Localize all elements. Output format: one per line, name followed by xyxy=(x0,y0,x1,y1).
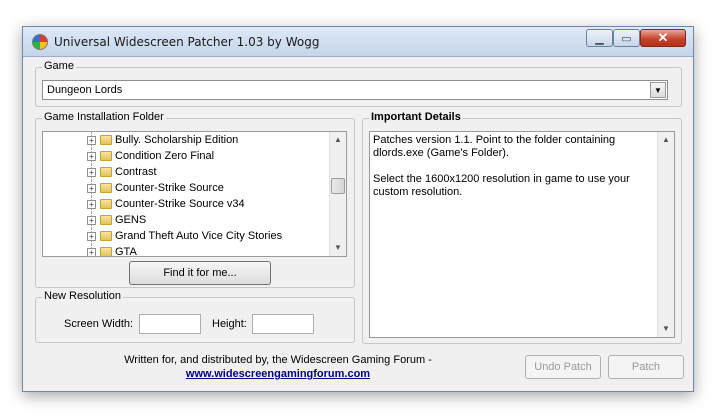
scroll-up-icon[interactable]: ▲ xyxy=(658,132,674,148)
details-scrollbar[interactable]: ▲ ▼ xyxy=(657,132,674,337)
tree-item-label: Counter-Strike Source xyxy=(115,182,224,194)
expand-icon[interactable]: + xyxy=(87,168,96,177)
tree-item-label: Counter-Strike Source v34 xyxy=(115,198,245,210)
game-group: Game Dungeon Lords ▼ xyxy=(35,60,682,107)
folder-icon xyxy=(100,135,112,145)
tree-item[interactable]: + Contrast xyxy=(43,164,330,180)
expand-icon[interactable]: + xyxy=(87,248,96,256)
expand-icon[interactable]: + xyxy=(87,200,96,209)
tree-item-label: GENS xyxy=(115,214,147,226)
height-input[interactable] xyxy=(252,314,314,334)
resolution-group: New Resolution Screen Width: Height: xyxy=(35,290,355,343)
scroll-thumb[interactable] xyxy=(331,178,345,194)
game-group-legend: Game xyxy=(42,60,76,72)
details-text: Patches version 1.1. Point to the folder… xyxy=(373,134,651,212)
app-window: Universal Widescreen Patcher 1.03 by Wog… xyxy=(22,26,694,392)
expand-icon[interactable]: + xyxy=(87,136,96,145)
tree-item[interactable]: + Condition Zero Final xyxy=(43,148,330,164)
tree-item-label: Bully. Scholarship Edition xyxy=(115,134,239,146)
folder-icon xyxy=(100,199,112,209)
footer-credit-text: Written for, and distributed by, the Wid… xyxy=(124,354,432,366)
resolution-legend: New Resolution xyxy=(42,290,124,302)
expand-icon[interactable]: + xyxy=(87,152,96,161)
folder-icon xyxy=(100,215,112,225)
game-select[interactable]: Dungeon Lords ▼ xyxy=(42,80,668,100)
expand-icon[interactable]: + xyxy=(87,232,96,241)
scroll-down-icon[interactable]: ▼ xyxy=(658,321,674,337)
tree-item[interactable]: + Grand Theft Auto Vice City Stories xyxy=(43,228,330,244)
find-it-button[interactable]: Find it for me... xyxy=(129,261,271,285)
scroll-down-icon[interactable]: ▼ xyxy=(330,240,346,256)
footer-credit: Written for, and distributed by, the Wid… xyxy=(93,353,463,381)
folder-icon xyxy=(100,151,112,161)
minimize-button[interactable]: ▁ xyxy=(586,29,613,47)
tree-item-label: Grand Theft Auto Vice City Stories xyxy=(115,230,283,242)
scroll-up-icon[interactable]: ▲ xyxy=(330,132,346,148)
tree-item[interactable]: + Counter-Strike Source v34 xyxy=(43,196,330,212)
install-folder-group: Game Installation Folder + Bully. Scholar… xyxy=(35,111,355,288)
forum-link[interactable]: www.widescreengamingforum.com xyxy=(93,367,463,381)
details-legend: Important Details xyxy=(369,111,463,123)
tree-item-label: Contrast xyxy=(115,166,157,178)
folder-icon xyxy=(100,247,112,256)
tree-item[interactable]: + Bully. Scholarship Edition xyxy=(43,132,330,148)
app-globe-icon xyxy=(32,34,48,50)
tree-item-label: GTA xyxy=(115,246,137,257)
folder-icon xyxy=(100,167,112,177)
install-folder-legend: Game Installation Folder xyxy=(42,111,166,123)
details-paragraph: Select the 1600x1200 resolution in game … xyxy=(373,173,630,198)
tree-item-label: Condition Zero Final xyxy=(115,150,215,162)
maximize-icon: ▭ xyxy=(621,32,632,45)
title-bar[interactable]: Universal Widescreen Patcher 1.03 by Wog… xyxy=(23,27,693,57)
folder-tree-scrollbar[interactable]: ▲ ▼ xyxy=(329,132,346,256)
screen-width-label: Screen Width: xyxy=(64,318,134,330)
minimize-icon: ▁ xyxy=(595,32,604,45)
game-select-value: Dungeon Lords xyxy=(47,84,123,96)
patch-button[interactable]: Patch xyxy=(608,355,684,379)
details-paragraph: Patches version 1.1. Point to the folder… xyxy=(373,134,616,159)
height-label: Height: xyxy=(212,318,247,330)
folder-tree-list: + Bully. Scholarship Edition + Condition Z… xyxy=(43,132,330,257)
close-button[interactable]: ✕ xyxy=(640,29,686,47)
folder-icon xyxy=(100,231,112,241)
details-group: Important Details Patches version 1.1. P… xyxy=(362,111,682,344)
expand-icon[interactable]: + xyxy=(87,216,96,225)
close-icon: ✕ xyxy=(657,30,669,45)
window-title: Universal Widescreen Patcher 1.03 by Wog… xyxy=(54,35,320,49)
folder-icon xyxy=(100,183,112,193)
tree-item[interactable]: + Counter-Strike Source xyxy=(43,180,330,196)
screen-width-input[interactable] xyxy=(139,314,201,334)
undo-patch-button[interactable]: Undo Patch xyxy=(525,355,601,379)
tree-item[interactable]: + GENS xyxy=(43,212,330,228)
maximize-button[interactable]: ▭ xyxy=(613,29,640,47)
folder-tree[interactable]: + Bully. Scholarship Edition + Condition Z… xyxy=(42,131,347,257)
details-textarea[interactable]: Patches version 1.1. Point to the folder… xyxy=(369,131,675,338)
expand-icon[interactable]: + xyxy=(87,184,96,193)
tree-item[interactable]: + GTA xyxy=(43,244,330,257)
chevron-down-icon[interactable]: ▼ xyxy=(650,82,666,98)
